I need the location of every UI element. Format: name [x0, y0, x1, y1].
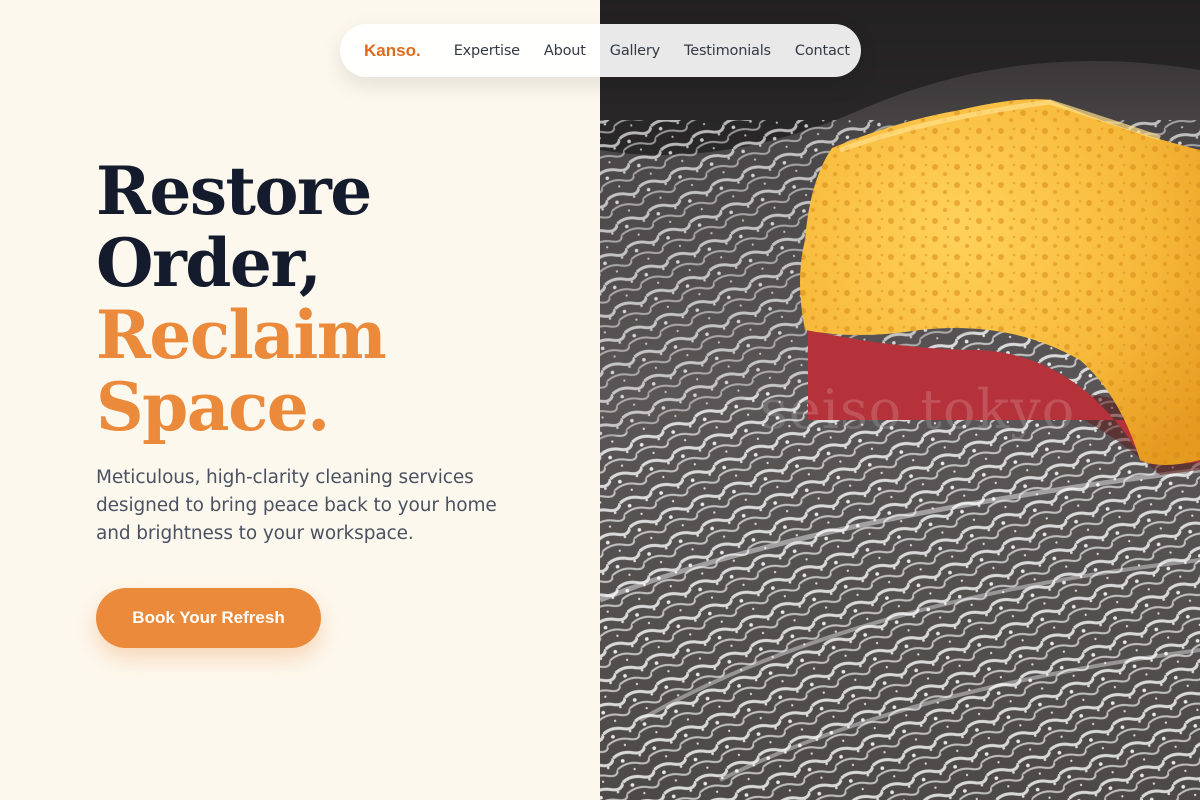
- hero-title-line: Order,: [96, 224, 322, 302]
- nav-links: Expertise About Gallery Testimonials Con…: [454, 43, 850, 59]
- hero-title-accent-line: Space.: [96, 368, 330, 446]
- top-navigation: Kanso. Expertise About Gallery Testimoni…: [340, 24, 861, 77]
- nav-link-testimonials[interactable]: Testimonials: [684, 43, 771, 59]
- nav-link-gallery[interactable]: Gallery: [610, 43, 660, 59]
- hero-title-accent-line: Reclaim: [96, 296, 387, 374]
- hero-description: Meticulous, high-clarity cleaning servic…: [96, 467, 497, 544]
- hero-title: Restore Order, Reclaim Space.: [96, 152, 387, 446]
- nav-link-about[interactable]: About: [544, 43, 586, 59]
- nav-link-contact[interactable]: Contact: [795, 43, 850, 59]
- hero-text-panel: Restore Order, Reclaim Space. Meticulous…: [0, 0, 600, 800]
- image-watermark: seiso tokyo: [760, 378, 1076, 441]
- nav-link-expertise[interactable]: Expertise: [454, 43, 520, 59]
- hero-title-line: Restore: [96, 152, 372, 230]
- landing-page: Kanso. Expertise About Gallery Testimoni…: [0, 0, 1200, 800]
- brand-logo[interactable]: Kanso.: [364, 41, 421, 61]
- book-refresh-button[interactable]: Book Your Refresh: [96, 588, 321, 648]
